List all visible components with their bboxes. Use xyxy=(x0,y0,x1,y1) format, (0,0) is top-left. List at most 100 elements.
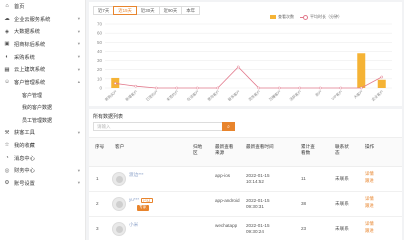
line-point xyxy=(380,75,384,79)
app-root: ⌂ 首页 ☁ 企业云服务系统 ▾ ◈ 大数据系统 ▾ ▣ 招商标后系统 ▾ ◐ 采购系统 ▾ ▦ 云上建筑系统… xyxy=(0,0,404,240)
database-icon: ◈ xyxy=(4,28,10,35)
customer-name[interactable]: 小米 xyxy=(129,222,138,228)
chevron-icon: ▾ xyxy=(77,28,80,34)
sidebar-item-label: 首页 xyxy=(14,3,25,10)
view-count: 38 xyxy=(301,201,307,206)
line-point xyxy=(154,86,158,90)
line-point xyxy=(339,86,343,90)
search-icon: ⌕ xyxy=(227,123,230,130)
line-point xyxy=(277,86,281,90)
tab-range-2[interactable]: 近30天 xyxy=(135,6,160,15)
sidebar-item-items5[interactable]: ▦ 云上建筑系统 ▾ xyxy=(0,63,85,76)
customer-name[interactable]: yu*** xyxy=(129,197,139,202)
tab-range-0[interactable]: 近7天 xyxy=(93,6,115,15)
column-header: 最新查看来源 xyxy=(215,144,234,155)
home-icon: ⌂ xyxy=(5,3,9,10)
bar-mark xyxy=(357,53,366,88)
customer-name[interactable]: 渡边*** xyxy=(129,172,144,178)
cloud-icon: ☁ xyxy=(4,16,10,23)
line-point xyxy=(216,86,220,90)
sidebar-subitem-2[interactable]: 员工管理数据 xyxy=(0,114,85,127)
column-header: 最新查看时间 xyxy=(246,144,274,149)
sidebar-item-items6[interactable]: ☺ 客户管理系统 ▴ xyxy=(0,76,85,89)
x-tick-label: 活跃客户 xyxy=(288,89,303,102)
line-series xyxy=(115,66,382,89)
list-title: 所有数据列表 xyxy=(93,114,124,120)
sidebar-item-label: 客户管理系统 xyxy=(14,79,46,86)
chevron-icon: ▾ xyxy=(77,54,80,60)
legend-bar-label: 查看次数 xyxy=(278,14,294,19)
follow-up-link[interactable]: 跟进 xyxy=(365,203,374,209)
x-tick-label: VIP客户 xyxy=(330,89,343,101)
bell-icon: ◔ xyxy=(5,155,9,162)
sidebar-item-items2[interactable]: ◈ 大数据系统 ▾ xyxy=(0,25,85,38)
view-count: 23 xyxy=(301,226,307,231)
sidebar-item-items4[interactable]: ◐ 采购系统 ▾ xyxy=(0,51,85,64)
tab-range-3[interactable]: 近90天 xyxy=(158,6,183,15)
source-value: app-android xyxy=(215,198,240,203)
sidebar-item-items1[interactable]: ☁ 企业云服务系统 ▾ xyxy=(0,13,85,26)
column-header: 累计查看数 xyxy=(301,144,315,155)
chevron-icon: ▾ xyxy=(77,16,80,22)
x-tick-label: 新户 xyxy=(314,89,323,98)
line-point xyxy=(195,86,199,90)
sidebar-item-label: 采购系统 xyxy=(14,54,35,61)
table-row[interactable]: yu*** 已认 专家 2 app-android 2022-01-15 09:30:31 3… xyxy=(89,192,402,217)
chevron-icon: ▴ xyxy=(77,79,80,85)
briefcase-icon: ▣ xyxy=(4,41,10,48)
column-header: 操作 xyxy=(365,144,375,149)
detail-link[interactable]: 详情 xyxy=(365,171,374,177)
x-tick-label: 流失客户 xyxy=(247,89,262,102)
avatar xyxy=(112,197,126,211)
line-point xyxy=(236,65,240,69)
sidebar-item-bottom_items3[interactable]: ◎ 财务中心 ▾ xyxy=(0,164,85,177)
view-time: 09:30:24 xyxy=(246,229,264,234)
sidebar-item-bottom_items4[interactable]: ⚙ 账号设置 ▾ xyxy=(0,177,85,190)
y-tick-label: 20 xyxy=(97,67,103,72)
detail-link[interactable]: 详情 xyxy=(365,221,374,227)
x-tick-label: 新购买户 xyxy=(104,89,119,102)
sidebar-item-items0[interactable]: ⌂ 首页 xyxy=(0,0,85,13)
row-index: 1 xyxy=(96,176,99,181)
table-row[interactable]: 小米 3 wechatapp 2022-01-15 09:30:24 23 未联系 详情 跟进 xyxy=(89,217,402,240)
y-tick-label: 0 xyxy=(99,86,102,91)
sidebar-subitem-1[interactable]: 我的客户数据 xyxy=(0,101,85,114)
x-tick-label: 在谈客户 xyxy=(186,89,201,102)
detail-link[interactable]: 详情 xyxy=(365,196,374,202)
follow-up-link[interactable]: 跟进 xyxy=(365,178,374,184)
search-button[interactable]: ⌕ xyxy=(222,122,235,131)
sidebar-item-bottom_items1[interactable]: ☆ 我的收藏 xyxy=(0,139,85,152)
chevron-icon: ▾ xyxy=(77,66,80,72)
finance-icon: ◎ xyxy=(4,167,10,174)
sidebar-subitem-0[interactable]: 客户管理 xyxy=(0,89,85,102)
tab-range-4[interactable]: 本年 xyxy=(181,6,201,15)
follow-up-link[interactable]: 跟进 xyxy=(365,228,374,234)
sidebar-item-label: 企业云服务系统 xyxy=(14,16,51,23)
sidebar-item-bottom_items0[interactable]: ⚒ 获客工具 ▾ xyxy=(0,126,85,139)
legend-line-label: 平均时长（分钟） xyxy=(310,14,342,19)
y-tick-label: 40 xyxy=(97,49,103,54)
building-icon: ▦ xyxy=(4,66,10,73)
y-tick-label: 50 xyxy=(97,40,103,45)
x-tick-label: 沉睡客户 xyxy=(268,89,283,102)
legend-line-swatch xyxy=(300,15,308,20)
y-tick-label: 70 xyxy=(97,22,103,27)
column-header: 联系状态 xyxy=(335,144,349,155)
avatar xyxy=(112,222,126,236)
sidebar-item-items3[interactable]: ▣ 招商标后系统 ▾ xyxy=(0,38,85,51)
contact-status: 未联系 xyxy=(335,226,349,231)
sidebar-item-label: 大数据系统 xyxy=(14,29,40,36)
x-tick-label: 联系客户 xyxy=(227,89,242,102)
x-tick-label: 未签约户 xyxy=(165,89,180,102)
tab-range-1[interactable]: 近15天 xyxy=(113,6,137,15)
verified-tag: 已认 xyxy=(141,197,153,203)
search-input[interactable]: 请输入 ⌕ xyxy=(93,122,235,131)
chevron-icon: ▾ xyxy=(77,41,80,47)
sidebar-item-bottom_items2[interactable]: ◔ 消息中心 xyxy=(0,152,85,165)
line-point xyxy=(134,84,138,88)
main-content: 0 10 20 30 40 50 60 70 新购买户 新增客户 已签约户 未签约户 在谈客户 意向客户联… xyxy=(87,0,404,240)
date-range-tabs: 近7天 近15天 近30天 近90天 本年 xyxy=(93,6,201,15)
sidebar-item-label: 消息中心 xyxy=(14,155,35,162)
table-row[interactable]: 渡边*** 1 app-ios 2022-01-15 10:14:52 11 未联系 详情 跟进 xyxy=(89,167,402,192)
y-tick-label: 10 xyxy=(97,76,103,81)
